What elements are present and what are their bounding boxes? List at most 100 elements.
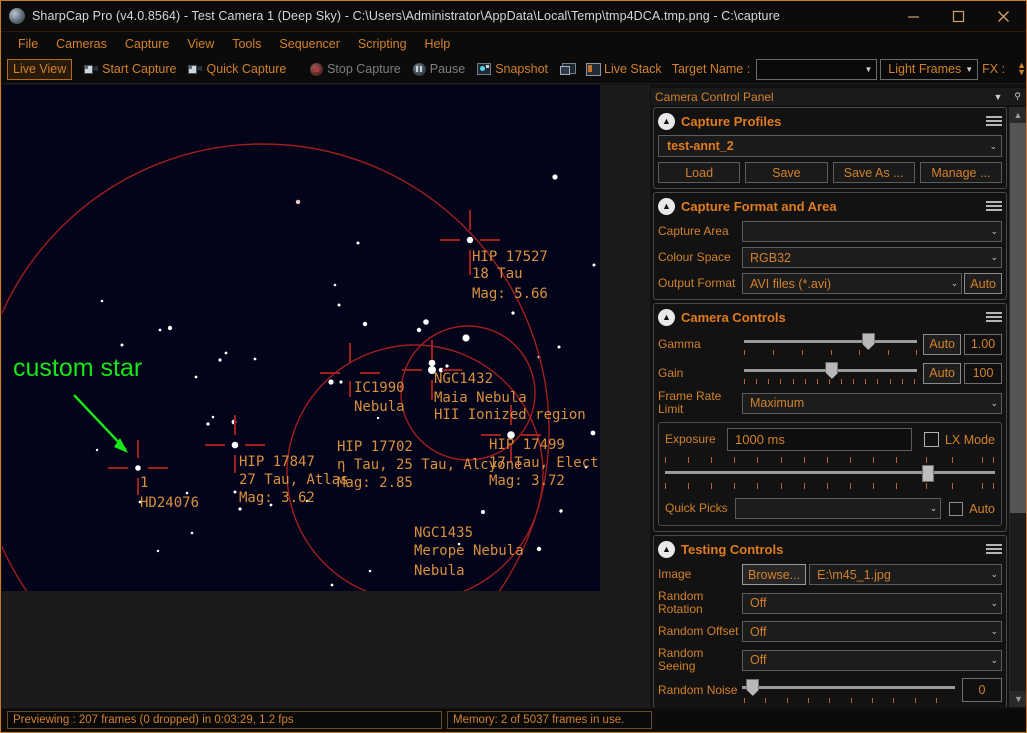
panel-body: ▲ Capture Profiles test-annt_2 ⌄ Load Sa…	[653, 107, 1007, 707]
random-noise-value[interactable]: 0	[962, 678, 1002, 702]
gamma-value[interactable]: 1.00	[964, 333, 1002, 355]
menu-file[interactable]: File	[9, 35, 47, 53]
pin-icon[interactable]: ⚲	[1008, 91, 1026, 102]
menu-tools[interactable]: Tools	[223, 35, 270, 53]
chevron-down-icon[interactable]: ▼	[987, 92, 1008, 102]
stack-icon	[586, 63, 602, 76]
gain-value[interactable]: 100	[964, 362, 1002, 384]
browse-button[interactable]: Browse...	[742, 564, 807, 585]
hamburger-menu-icon[interactable]	[986, 542, 1002, 556]
load-profile-button[interactable]: Load	[658, 162, 741, 183]
svg-text:Maia Nebula: Maia Nebula	[434, 390, 527, 406]
scroll-up-icon[interactable]: ▲	[1010, 107, 1026, 123]
toolbar-overflow-icon[interactable]: ▲ ▼	[1017, 61, 1026, 77]
stop-capture-button[interactable]: Stop Capture	[304, 59, 407, 80]
colour-space-select[interactable]: RGB32 ⌄	[742, 247, 1002, 268]
output-format-select[interactable]: AVI files (*.avi) ⌄	[742, 273, 963, 294]
group-header[interactable]: ▲ Camera Controls	[658, 307, 1002, 327]
random-offset-row: Random Offset Off ⌄	[658, 621, 1002, 642]
panel-scrollbar[interactable]: ▲ ▼	[1009, 107, 1026, 707]
frame-type-value: Light Frames	[888, 62, 962, 76]
target-name-label: Target Name :	[671, 62, 751, 76]
quick-picks-auto-checkbox[interactable]	[949, 501, 964, 516]
random-offset-value: Off	[750, 624, 767, 639]
chevron-up-icon[interactable]: ▲	[658, 308, 675, 326]
save-as-profile-button[interactable]: Save As ...	[832, 162, 915, 183]
lx-mode-checkbox[interactable]	[923, 432, 939, 447]
group-header[interactable]: ▲ Capture Profiles	[658, 111, 1002, 131]
panel-splitter[interactable]	[646, 85, 650, 708]
group-header[interactable]: ▲ Testing Controls	[658, 539, 1002, 559]
menu-view[interactable]: View	[178, 35, 223, 53]
minimize-icon[interactable]	[891, 1, 936, 31]
group-header[interactable]: ▲ Capture Format and Area	[658, 196, 1002, 216]
hamburger-menu-icon[interactable]	[986, 199, 1002, 213]
slider-thumb[interactable]	[922, 465, 935, 482]
slider-thumb[interactable]	[746, 679, 760, 696]
scrollbar-thumb[interactable]	[1010, 123, 1026, 513]
save-profile-button[interactable]: Save	[745, 162, 828, 183]
exposure-row: Exposure 1000 ms LX Mode	[665, 428, 995, 451]
random-rotation-row: Random Rotation Off ⌄	[658, 590, 1002, 616]
live-view-button[interactable]: Live View	[7, 58, 73, 80]
scroll-down-icon[interactable]: ▼	[1010, 691, 1026, 707]
image-path-select[interactable]: E:\m45_1.jpg ⌄	[809, 564, 1002, 585]
quick-capture-button[interactable]: Quick Capture	[182, 59, 292, 80]
chevron-down-icon: ⌄	[990, 597, 998, 608]
random-rotation-select[interactable]: Off ⌄	[742, 592, 1002, 614]
exposure-input[interactable]: 1000 ms	[727, 428, 912, 451]
screen-capture-button[interactable]	[554, 59, 580, 80]
exposure-slider[interactable]	[665, 457, 995, 493]
slider-thumb[interactable]	[825, 362, 839, 379]
slider-ticks-bottom	[665, 483, 995, 489]
output-format-auto-button[interactable]: Auto	[964, 273, 1002, 294]
manage-profiles-button[interactable]: Manage ...	[919, 162, 1002, 183]
chevron-up-icon[interactable]: ▲	[658, 112, 675, 130]
random-offset-select[interactable]: Off ⌄	[742, 621, 1002, 642]
image-viewport[interactable]: HIP 17527 18 Tau Mag: 5.66 IC1990 Nebula…	[2, 85, 650, 708]
menu-scripting[interactable]: Scripting	[349, 35, 416, 53]
gain-slider[interactable]	[744, 361, 918, 385]
menu-capture[interactable]: Capture	[116, 35, 178, 53]
quick-picks-select[interactable]: ⌄	[735, 498, 942, 519]
chevron-down-icon: ⌄	[990, 654, 998, 665]
random-seeing-select[interactable]: Off ⌄	[742, 649, 1002, 671]
capture-profile-select[interactable]: test-annt_2 ⌄	[658, 135, 1002, 157]
pause-button[interactable]: Pause	[407, 59, 471, 80]
chevron-up-icon[interactable]: ▲	[658, 540, 675, 558]
chevron-up-icon[interactable]: ▲	[658, 197, 675, 215]
target-name-input[interactable]: ▼	[756, 58, 878, 80]
status-memory: Memory: 2 of 5037 frames in use.	[447, 711, 652, 729]
menu-help[interactable]: Help	[416, 35, 460, 53]
gain-auto-button[interactable]: Auto	[923, 362, 961, 384]
frame-rate-select[interactable]: Maximum ⌄	[742, 392, 1002, 414]
capture-area-select[interactable]: ⌄	[742, 221, 1002, 242]
image-label: Image	[658, 567, 692, 581]
chevron-down-icon: ⌄	[929, 503, 938, 513]
sky-image[interactable]: HIP 17527 18 Tau Mag: 5.66 IC1990 Nebula…	[2, 85, 600, 591]
start-capture-button[interactable]: Start Capture	[78, 59, 182, 80]
quick-picks-label: Quick Picks	[665, 501, 728, 515]
menu-sequencer[interactable]: Sequencer	[270, 35, 348, 53]
live-stack-button[interactable]: Live Stack	[580, 59, 668, 80]
snapshot-button[interactable]: Snapshot	[471, 59, 554, 80]
random-rotation-value: Off	[750, 596, 767, 610]
gamma-slider[interactable]	[744, 332, 918, 356]
menu-cameras[interactable]: Cameras	[47, 35, 116, 53]
output-format-label: Output Format	[658, 276, 736, 290]
close-icon[interactable]	[981, 1, 1026, 31]
hamburger-menu-icon[interactable]	[986, 310, 1002, 324]
random-noise-slider[interactable]	[742, 678, 955, 704]
svg-text:18 Tau: 18 Tau	[472, 266, 523, 282]
gamma-auto-button[interactable]: Auto	[923, 333, 961, 355]
frame-type-select[interactable]: Light Frames ▼	[880, 58, 979, 80]
slider-thumb[interactable]	[861, 333, 875, 350]
maximize-icon[interactable]	[936, 1, 981, 31]
slider-ticks	[742, 698, 955, 704]
chevron-down-icon: ⌄	[990, 397, 998, 408]
random-noise-row: Random Noise 0	[658, 678, 1002, 704]
title-bar: SharpCap Pro (v4.0.8564) - Test Camera 1…	[1, 1, 1026, 32]
hamburger-menu-icon[interactable]	[986, 114, 1002, 128]
random-seeing-label: Random Seeing	[658, 646, 704, 673]
svg-text:HIP 17499: HIP 17499	[489, 437, 565, 453]
